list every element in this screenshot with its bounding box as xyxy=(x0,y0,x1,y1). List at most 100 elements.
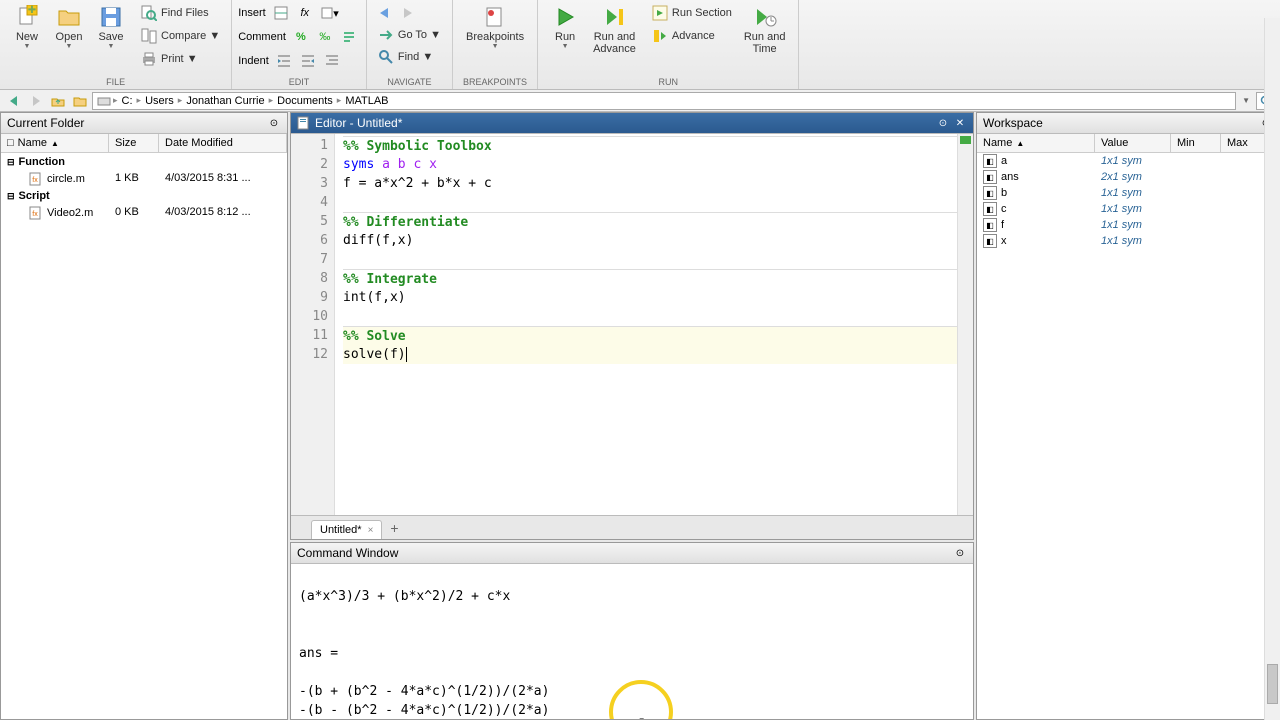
workspace-row[interactable]: ◧f1x1 sym xyxy=(977,217,1279,233)
variable-icon: ◧ xyxy=(983,170,997,184)
code-line[interactable]: %% Solve xyxy=(343,326,957,345)
file-row[interactable]: fxVideo2.m0 KB4/03/2015 8:12 ... xyxy=(1,205,287,221)
col-name[interactable]: □ Name ▲ xyxy=(1,134,109,152)
breakpoints-button[interactable]: Breakpoints▼ xyxy=(459,2,531,53)
crumb[interactable]: C: xyxy=(120,95,135,107)
workspace-panel: Workspace ⊙ Name ▲ Value Min Max ◧a1x1 s… xyxy=(976,112,1280,720)
run-and-time-button[interactable]: Run and Time xyxy=(737,2,793,58)
panel-menu-icon[interactable]: ⊙ xyxy=(953,546,967,560)
run-section-button[interactable]: Run Section xyxy=(647,2,737,24)
crumb[interactable]: MATLAB xyxy=(343,95,390,107)
col-size[interactable]: Size xyxy=(109,134,159,152)
print-button[interactable]: Print ▼ xyxy=(136,48,225,70)
code-line[interactable]: diff(f,x) xyxy=(343,231,957,250)
nav-forward-button[interactable] xyxy=(397,2,419,24)
svg-text:fx: fx xyxy=(32,211,38,218)
group-run: Run▼ Run and Advance Run Section Advance… xyxy=(538,0,799,89)
save-button[interactable]: Save▼ xyxy=(90,2,132,53)
wrap-comment-button[interactable] xyxy=(338,26,360,48)
command-line xyxy=(299,625,965,644)
workspace-header[interactable]: Workspace ⊙ xyxy=(977,113,1279,134)
file-list: ⊟ Functionfxcircle.m1 KB4/03/2015 8:31 .… xyxy=(1,153,287,221)
command-line: (a*x^3)/3 + (b*x^2)/2 + c*x xyxy=(299,587,965,606)
crumb[interactable]: Documents xyxy=(275,95,335,107)
editor-tab[interactable]: Untitled*× xyxy=(311,520,382,539)
nav-fwd-icon[interactable] xyxy=(26,92,46,110)
ws-col-value[interactable]: Value xyxy=(1095,134,1171,152)
editor-header[interactable]: Editor - Untitled* ⊙ ✕ xyxy=(291,113,973,134)
folder-up-icon[interactable] xyxy=(48,92,68,110)
run-and-advance-button[interactable]: Run and Advance xyxy=(586,2,643,58)
code-line[interactable]: %% Symbolic Toolbox xyxy=(343,136,957,155)
col-date[interactable]: Date Modified xyxy=(159,134,287,152)
workspace-row[interactable]: ◧a1x1 sym xyxy=(977,153,1279,169)
ws-col-name[interactable]: Name ▲ xyxy=(977,134,1095,152)
file-group[interactable]: ⊟ Script xyxy=(1,187,287,205)
code-line[interactable]: int(f,x) xyxy=(343,288,957,307)
smart-indent-button[interactable] xyxy=(321,50,343,72)
code-line[interactable]: solve(f) xyxy=(343,345,957,364)
command-line xyxy=(299,663,965,682)
insert-fx-button[interactable]: fx xyxy=(294,2,316,24)
editor-panel: Editor - Untitled* ⊙ ✕ 123456789101112 %… xyxy=(290,112,974,540)
new-button[interactable]: ✚ New▼ xyxy=(6,2,48,53)
code-line[interactable]: %% Differentiate xyxy=(343,212,957,231)
workspace-list: ◧a1x1 sym◧ans2x1 sym◧b1x1 sym◧c1x1 sym◧f… xyxy=(977,153,1279,249)
editor-icon xyxy=(297,116,311,130)
tab-close-icon[interactable]: × xyxy=(368,525,374,536)
ws-col-min[interactable]: Min xyxy=(1171,134,1221,152)
command-line xyxy=(299,606,965,625)
command-line: -(b - (b^2 - 4*a*c)^(1/2))/(2*a) xyxy=(299,701,965,719)
drive-icon xyxy=(97,95,111,107)
editor-scrollbar[interactable] xyxy=(957,134,973,515)
workspace-row[interactable]: ◧x1x1 sym xyxy=(977,233,1279,249)
group-label-edit: EDIT xyxy=(238,75,360,89)
advance-button[interactable]: Advance xyxy=(647,25,737,47)
nav-back-button[interactable] xyxy=(373,2,395,24)
workspace-row[interactable]: ◧ans2x1 sym xyxy=(977,169,1279,185)
code-line[interactable]: %% Integrate xyxy=(343,269,957,288)
svg-text:fx: fx xyxy=(32,177,38,184)
uncomment-button[interactable]: ‰ xyxy=(314,26,336,48)
file-row[interactable]: fxcircle.m1 KB4/03/2015 8:31 ... xyxy=(1,171,287,187)
nav-back-icon[interactable] xyxy=(4,92,24,110)
code-line[interactable]: syms a b c x xyxy=(343,155,957,174)
tab-add-button[interactable]: + xyxy=(382,517,406,539)
command-window-body[interactable]: (a*x^3)/3 + (b*x^2)/2 + c*x ans = -(b + … xyxy=(291,564,973,719)
command-scrollbar[interactable] xyxy=(1264,18,1280,720)
file-group[interactable]: ⊟ Function xyxy=(1,153,287,171)
code-line[interactable] xyxy=(343,250,957,269)
panel-menu-icon[interactable]: ⊙ xyxy=(267,116,281,130)
insert-dropdown[interactable]: ▾ xyxy=(318,2,340,24)
workspace-row[interactable]: ◧b1x1 sym xyxy=(977,185,1279,201)
comment-button[interactable]: % xyxy=(290,26,312,48)
code-line[interactable] xyxy=(343,307,957,326)
goto-button[interactable]: Go To ▼ xyxy=(373,24,446,46)
open-button[interactable]: Open▼ xyxy=(48,2,90,53)
editor-gutter: 123456789101112 xyxy=(291,134,335,515)
find-button[interactable]: Find ▼ xyxy=(373,46,438,68)
outdent-button[interactable] xyxy=(297,50,319,72)
folder-icon[interactable] xyxy=(70,92,90,110)
workspace-row[interactable]: ◧c1x1 sym xyxy=(977,201,1279,217)
crumb[interactable]: Users xyxy=(143,95,176,107)
code-line[interactable] xyxy=(343,193,957,212)
current-folder-header[interactable]: Current Folder ⊙ xyxy=(1,113,287,134)
compare-button[interactable]: Compare ▼ xyxy=(136,25,225,47)
crumb[interactable]: Jonathan Currie xyxy=(184,95,266,107)
insert-section-button[interactable] xyxy=(270,2,292,24)
code-line[interactable]: f = a*x^2 + b*x + c xyxy=(343,174,957,193)
group-label-navigate: NAVIGATE xyxy=(373,75,446,89)
editor-code[interactable]: %% Symbolic Toolboxsyms a b c xf = a*x^2… xyxy=(335,134,957,515)
indent-button[interactable] xyxy=(273,50,295,72)
group-file: ✚ New▼ Open▼ Save▼ Find Files Compare ▼ … xyxy=(0,0,232,89)
close-icon[interactable]: ✕ xyxy=(953,116,967,130)
breadcrumb[interactable]: ▸ C:▸ Users▸ Jonathan Currie▸ Documents▸… xyxy=(92,92,1236,110)
breadcrumb-dropdown[interactable]: ▼ xyxy=(1238,96,1254,105)
run-button[interactable]: Run▼ xyxy=(544,2,586,53)
command-window-header[interactable]: Command Window ⊙ xyxy=(291,543,973,564)
panel-menu-icon[interactable]: ⊙ xyxy=(936,116,950,130)
group-edit: Insert fx ▾ Comment % ‰ Indent xyxy=(232,0,367,89)
find-files-button[interactable]: Find Files xyxy=(136,2,225,24)
group-label-file: FILE xyxy=(6,75,225,89)
